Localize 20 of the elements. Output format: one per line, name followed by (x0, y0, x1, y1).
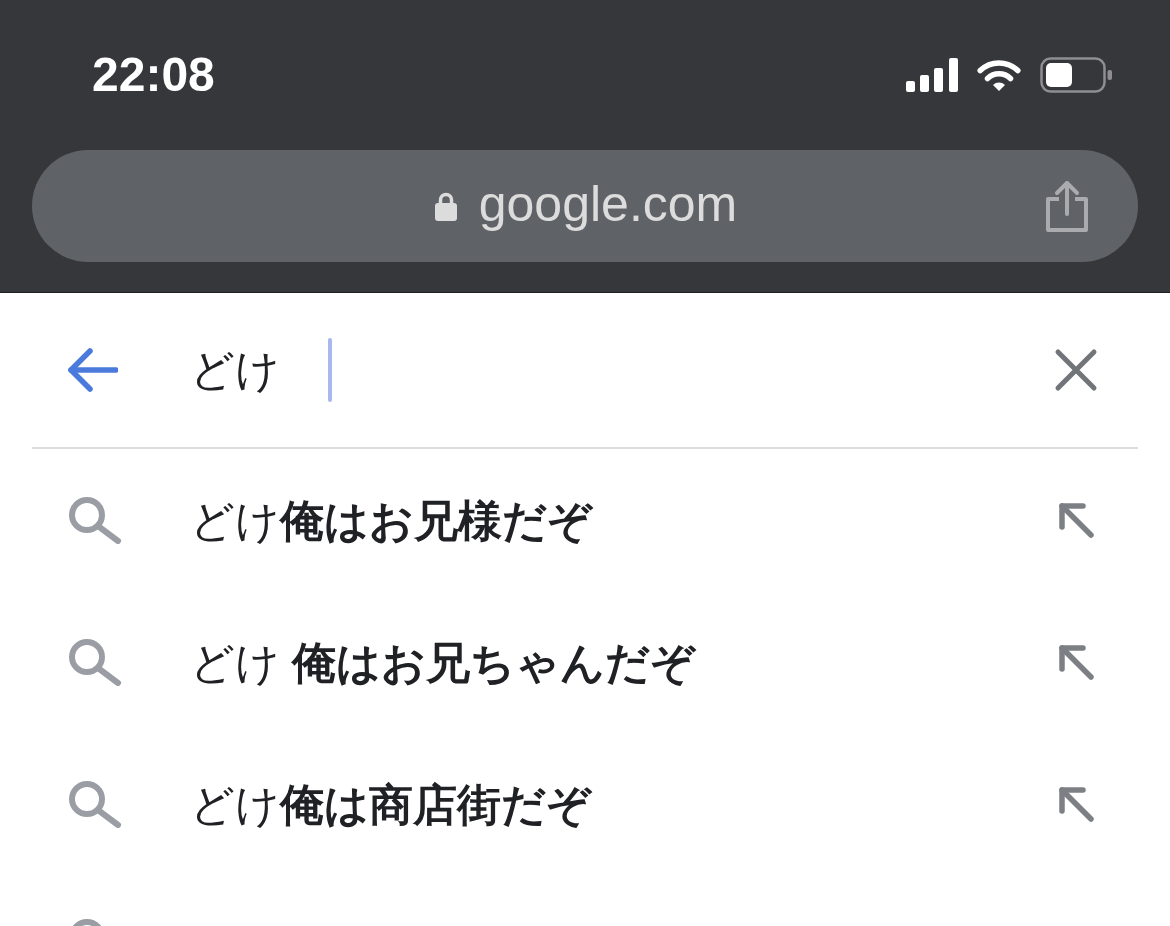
suggestion-text[interactable]: どけ俺はお兄様だぞ (190, 492, 1056, 548)
wifi-icon (976, 58, 1022, 92)
url-text: google.com (478, 179, 738, 233)
arrow-up-left-icon[interactable] (1056, 500, 1096, 540)
search-icon (66, 780, 122, 828)
arrow-up-left-icon[interactable] (1056, 642, 1096, 682)
search-icon (66, 638, 122, 686)
suggestion-text[interactable]: どけ俺は商店街だぞ (190, 776, 1056, 832)
close-icon[interactable] (1054, 348, 1098, 392)
status-time: 22:08 (92, 51, 215, 99)
search-icon (73, 918, 101, 926)
arrow-up-left-icon[interactable] (1056, 784, 1096, 824)
address-bar[interactable]: google.com (32, 150, 1138, 262)
suggestion-text[interactable]: どけ 俺はお兄ちゃんだぞ (190, 634, 1056, 690)
lock-icon (432, 191, 459, 221)
signal-icon (906, 58, 958, 92)
share-icon[interactable] (1044, 179, 1090, 233)
search-icon (66, 496, 122, 544)
battery-icon (1040, 57, 1112, 93)
search-input[interactable]: どけ (190, 335, 1054, 405)
